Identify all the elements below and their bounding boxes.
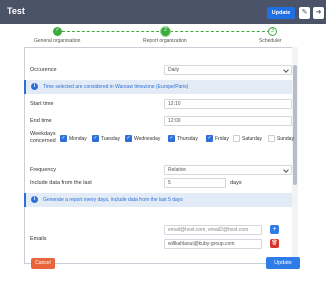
tuesday-label: Tuesday	[101, 136, 120, 142]
occurence-value: Daily	[168, 67, 180, 73]
frequency-value: Relative	[168, 167, 187, 173]
scrollbar-thumb[interactable]	[293, 65, 297, 185]
end-time-label: End time	[30, 118, 52, 124]
monday-label: Monday	[69, 136, 87, 142]
occurence-select[interactable]: Daily	[164, 65, 292, 75]
progress-stepper: ✓ 2 3 General organisation Report organi…	[0, 24, 326, 46]
info-icon: i	[31, 196, 38, 203]
email-placeholder: email@host.com, email2@host.com	[168, 227, 249, 233]
timezone-info-text: Time selected are considered in Warsaw t…	[43, 84, 189, 90]
friday-label: Friday	[215, 136, 229, 142]
sunday-label: Sunday	[277, 136, 294, 142]
step-3-marker[interactable]: 3	[268, 27, 277, 36]
sunday-checkbox[interactable]	[268, 135, 275, 142]
thursday-checkbox[interactable]: ✓	[168, 135, 175, 142]
step-2-marker[interactable]: 2	[161, 27, 170, 36]
emails-label: Emails	[30, 236, 47, 242]
start-time-input[interactable]: 12:10	[164, 99, 292, 109]
panel-scrollbar[interactable]	[292, 47, 298, 264]
email-input[interactable]: email@host.com, email2@host.com	[164, 225, 262, 235]
include-data-label: Include data from the last	[30, 180, 92, 186]
page-title: Test	[7, 6, 25, 16]
arrow-left-icon[interactable]: ➜	[313, 7, 324, 19]
start-time-label: Start time	[30, 101, 54, 107]
step-connector	[62, 31, 164, 32]
monday-checkbox[interactable]: ✓	[60, 135, 67, 142]
email-entry-value: willkahlaoui@kuby-group.com	[168, 241, 235, 247]
pencil-icon[interactable]: ✎	[299, 7, 310, 19]
saturday-checkbox[interactable]	[233, 135, 240, 142]
saturday-label: Saturday	[242, 136, 263, 142]
wednesday-label: Wednesday	[134, 136, 161, 142]
step-1-label: General organisation	[34, 38, 81, 44]
start-time-value: 12:10	[168, 101, 181, 107]
step-1-marker[interactable]: ✓	[53, 27, 62, 36]
generate-info-banner: i Generate a report every days, include …	[24, 193, 292, 207]
thursday-label: Thursday	[177, 136, 198, 142]
frequency-select[interactable]: Relative	[164, 165, 292, 175]
include-days-value: 5	[168, 180, 171, 186]
end-time-value: 12:00	[168, 118, 181, 124]
timezone-info-banner: i Time selected are considered in Warsaw…	[24, 80, 292, 94]
update-button[interactable]: Update	[266, 257, 300, 269]
info-icon: i	[31, 83, 38, 90]
wednesday-checkbox[interactable]: ✓	[125, 135, 132, 142]
header-update-button[interactable]: Update	[267, 7, 295, 19]
email-entry[interactable]: willkahlaoui@kuby-group.com	[164, 239, 262, 249]
include-days-input[interactable]: 5	[164, 178, 226, 188]
occurence-label: Occurence	[30, 67, 57, 73]
trash-icon[interactable]: 🗑	[270, 239, 279, 248]
window-header: Test Update ✎ ➜	[0, 0, 326, 24]
generate-info-text: Generate a report every days, include da…	[43, 197, 183, 203]
friday-checkbox[interactable]: ✓	[206, 135, 213, 142]
cancel-button[interactable]: Cancel	[31, 258, 55, 269]
weekdays-label-line1: Weekdays	[30, 131, 56, 137]
tuesday-checkbox[interactable]: ✓	[92, 135, 99, 142]
end-time-input[interactable]: 12:00	[164, 116, 292, 126]
plus-icon[interactable]: +	[270, 225, 279, 234]
weekdays-label-line2: concerned	[30, 138, 56, 144]
days-unit-label: days	[230, 180, 242, 186]
step-connector	[170, 31, 270, 32]
frequency-label: Frequency	[30, 167, 56, 173]
step-3-label: Scheduler	[259, 38, 282, 44]
step-2-label: Report organization	[143, 38, 187, 44]
